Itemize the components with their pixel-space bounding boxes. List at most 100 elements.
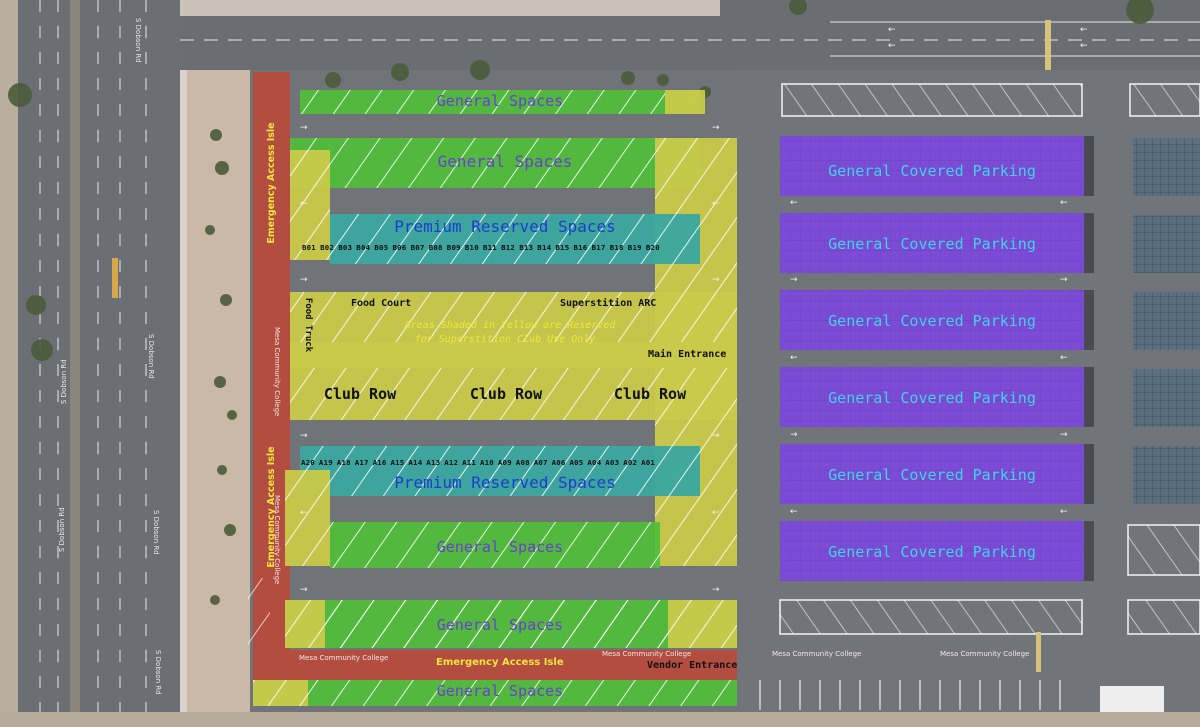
stall-number[interactable]: A03 bbox=[605, 458, 619, 467]
label-main-entrance[interactable]: Main Entrance bbox=[648, 349, 726, 360]
stall-number[interactable]: A12 bbox=[444, 458, 458, 467]
stall-number[interactable]: A04 bbox=[587, 458, 601, 467]
stall-number[interactable]: A10 bbox=[480, 458, 494, 467]
label-covered-3: General Covered Parking bbox=[828, 312, 1036, 330]
svg-text:→: → bbox=[712, 275, 720, 285]
label-emergency-bottom: Emergency Access Isle bbox=[436, 657, 564, 668]
stall-number[interactable]: A11 bbox=[462, 458, 476, 467]
stall-number[interactable]: A06 bbox=[552, 458, 566, 467]
stall-number[interactable]: A09 bbox=[498, 458, 512, 467]
stall-number[interactable]: B16 bbox=[574, 243, 588, 252]
label-general-1: General Spaces bbox=[436, 92, 564, 110]
label-premium-bottom: Premium Reserved Spaces bbox=[394, 473, 616, 492]
label-premium-top: Premium Reserved Spaces bbox=[394, 217, 616, 236]
label-food-truck: Food Truck bbox=[303, 297, 313, 353]
label-covered-2: General Covered Parking bbox=[828, 235, 1036, 253]
stall-number[interactable]: B11 bbox=[483, 243, 497, 252]
stall-number[interactable]: A14 bbox=[408, 458, 422, 467]
stall-number[interactable]: B18 bbox=[610, 243, 624, 252]
label-covered-1: General Covered Parking bbox=[828, 162, 1036, 180]
road-label: S Dobson Rd bbox=[60, 359, 68, 404]
stall-number[interactable]: B07 bbox=[411, 243, 425, 252]
svg-text:→: → bbox=[300, 275, 308, 285]
label-general-4: General Spaces bbox=[436, 616, 564, 634]
svg-text:→: → bbox=[712, 431, 720, 441]
svg-text:→: → bbox=[712, 123, 720, 133]
svg-text:←: ← bbox=[300, 508, 308, 518]
label-emergency-top: Emergency Access Isle bbox=[266, 122, 277, 244]
svg-text:→: → bbox=[300, 585, 308, 595]
svg-text:←: ← bbox=[1060, 198, 1068, 208]
stall-number[interactable]: A07 bbox=[534, 458, 548, 467]
svg-text:←: ← bbox=[1060, 507, 1068, 517]
label-general-3: General Spaces bbox=[436, 538, 564, 556]
svg-text:→: → bbox=[1060, 430, 1068, 440]
label-covered-4: General Covered Parking bbox=[828, 389, 1036, 407]
stall-number[interactable]: B06 bbox=[393, 243, 407, 252]
stall-number[interactable]: B08 bbox=[429, 243, 443, 252]
campus-label: Mesa Community College bbox=[273, 495, 281, 585]
stall-number[interactable]: B13 bbox=[519, 243, 533, 252]
svg-text:←: ← bbox=[1080, 41, 1088, 51]
svg-text:←: ← bbox=[712, 199, 720, 209]
stall-number[interactable]: A05 bbox=[570, 458, 584, 467]
svg-text:←: ← bbox=[888, 25, 896, 35]
stall-number[interactable]: B10 bbox=[465, 243, 479, 252]
site-map: → → ← ← → → → → ← ← → → ← ← → → ← ← → → ← ← ← ← ← ← G… bbox=[0, 0, 1200, 727]
stall-number[interactable]: B15 bbox=[555, 243, 569, 252]
road-label: S Dobson Rd bbox=[134, 18, 142, 63]
stall-number[interactable]: A17 bbox=[355, 458, 369, 467]
label-superstition-arc: Superstition ARC bbox=[560, 298, 657, 309]
campus-label: Mesa Community College bbox=[940, 650, 1030, 658]
svg-text:→: → bbox=[300, 431, 308, 441]
svg-text:←: ← bbox=[888, 41, 896, 51]
stall-number[interactable]: B03 bbox=[338, 243, 352, 252]
stall-number[interactable]: A18 bbox=[337, 458, 351, 467]
label-general-5: General Spaces bbox=[436, 682, 564, 700]
campus-label: Mesa Community College bbox=[273, 327, 281, 417]
stall-number[interactable]: A02 bbox=[623, 458, 637, 467]
stall-number[interactable]: B14 bbox=[537, 243, 551, 252]
stall-number[interactable]: B19 bbox=[628, 243, 642, 252]
label-club-row-1: Club Row bbox=[323, 385, 397, 403]
stall-number[interactable]: B17 bbox=[592, 243, 606, 252]
svg-text:→: → bbox=[712, 585, 720, 595]
stall-number[interactable]: B01 bbox=[302, 243, 316, 252]
svg-text:←: ← bbox=[1080, 25, 1088, 35]
road-label: S Dobson Rd bbox=[152, 510, 160, 555]
svg-text:→: → bbox=[1060, 275, 1068, 285]
svg-text:←: ← bbox=[300, 199, 308, 209]
stall-number[interactable]: A15 bbox=[391, 458, 405, 467]
stall-number[interactable]: A19 bbox=[319, 458, 333, 467]
stall-number[interactable]: A20 bbox=[301, 458, 315, 467]
stall-number[interactable]: A01 bbox=[641, 458, 655, 467]
stall-number[interactable]: A16 bbox=[373, 458, 387, 467]
label-club-row-3: Club Row bbox=[613, 385, 687, 403]
stall-number[interactable]: B12 bbox=[501, 243, 515, 252]
label-vendor-entrance[interactable]: Vendor Entrance bbox=[647, 660, 737, 671]
svg-text:←: ← bbox=[790, 198, 798, 208]
label-food-court: Food Court bbox=[351, 298, 412, 309]
label-covered-5: General Covered Parking bbox=[828, 466, 1036, 484]
svg-text:←: ← bbox=[790, 507, 798, 517]
label-yellow-note-1: Areas Shaded in Yellow are Reserved bbox=[404, 320, 616, 331]
stall-number[interactable]: A13 bbox=[426, 458, 440, 467]
stall-number[interactable]: B20 bbox=[646, 243, 660, 252]
svg-text:←: ← bbox=[790, 353, 798, 363]
svg-text:→: → bbox=[790, 430, 798, 440]
stall-number[interactable]: B02 bbox=[320, 243, 334, 252]
label-general-2: General Spaces bbox=[437, 152, 573, 171]
road-label: S Dobson Rd bbox=[58, 507, 66, 552]
road-label: S Dobson Rd bbox=[147, 334, 155, 379]
svg-text:←: ← bbox=[1060, 353, 1068, 363]
stall-number[interactable]: A08 bbox=[516, 458, 530, 467]
label-club-row-2: Club Row bbox=[469, 385, 543, 403]
road-label: S Dobson Rd bbox=[154, 650, 162, 695]
stall-number[interactable]: B04 bbox=[356, 243, 370, 252]
stall-number[interactable]: B09 bbox=[447, 243, 461, 252]
stall-number[interactable]: B05 bbox=[374, 243, 388, 252]
svg-text:→: → bbox=[790, 275, 798, 285]
svg-text:←: ← bbox=[712, 508, 720, 518]
label-covered-6: General Covered Parking bbox=[828, 543, 1036, 561]
campus-label: Mesa Community College bbox=[299, 654, 389, 662]
